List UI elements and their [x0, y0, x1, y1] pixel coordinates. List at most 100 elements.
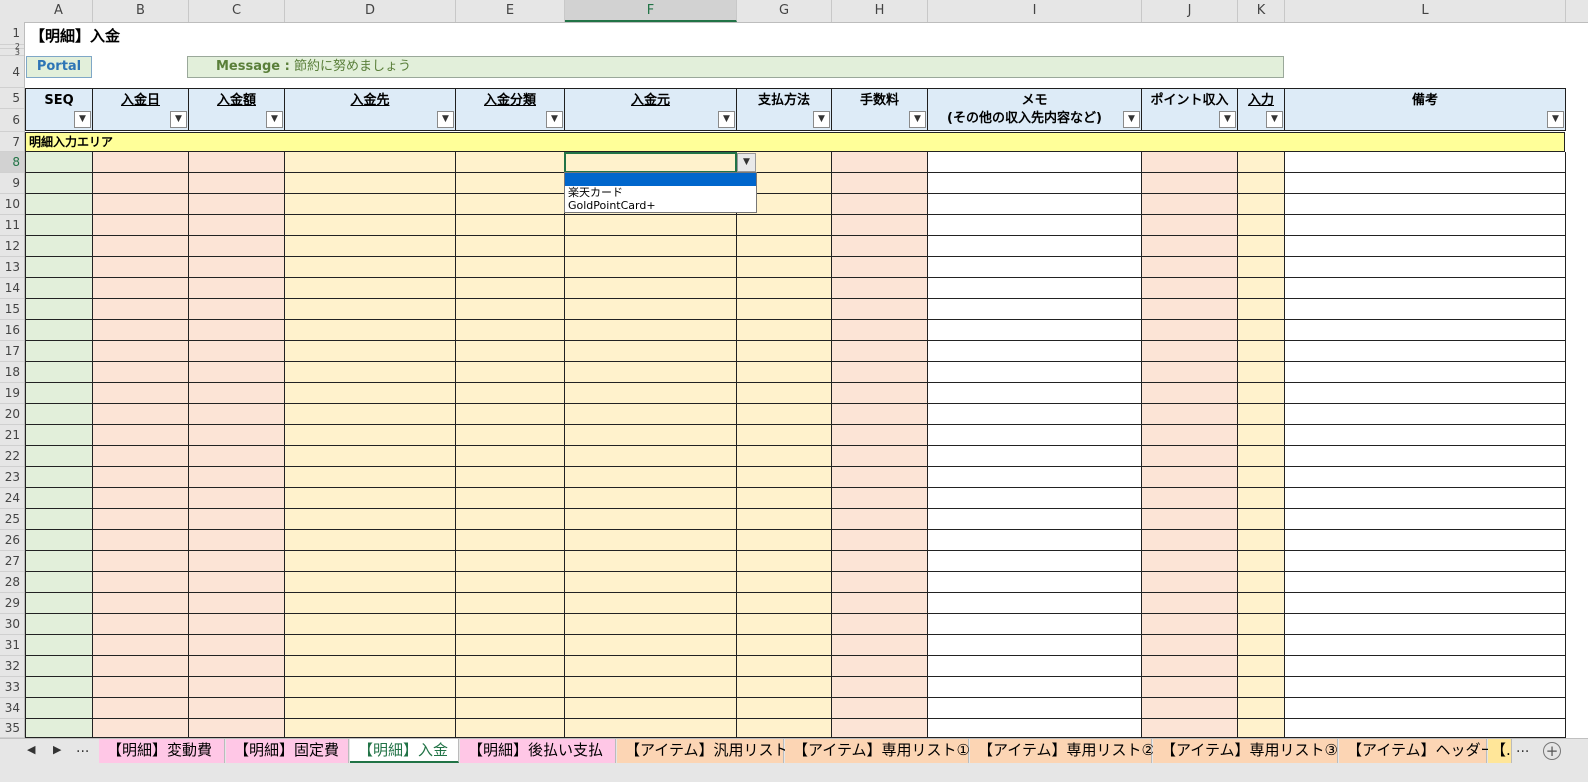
cell[interactable]: [456, 320, 565, 341]
cell[interactable]: [189, 488, 285, 509]
cell[interactable]: [285, 152, 456, 173]
cell[interactable]: [456, 404, 565, 425]
cell[interactable]: [189, 278, 285, 299]
cell[interactable]: [93, 404, 189, 425]
cell[interactable]: [93, 236, 189, 257]
cell[interactable]: [832, 467, 928, 488]
cell[interactable]: [93, 446, 189, 467]
cell[interactable]: [1238, 383, 1285, 404]
cell[interactable]: [189, 572, 285, 593]
row-header-26[interactable]: 26: [0, 530, 24, 551]
cell[interactable]: [189, 320, 285, 341]
cell[interactable]: [1142, 509, 1238, 530]
cell[interactable]: [93, 572, 189, 593]
row-header-12[interactable]: 12: [0, 236, 24, 257]
cell[interactable]: [25, 719, 93, 738]
row-header-18[interactable]: 18: [0, 362, 24, 383]
cell[interactable]: [737, 446, 832, 467]
cell[interactable]: [1238, 278, 1285, 299]
cell[interactable]: [928, 614, 1142, 635]
row-header-20[interactable]: 20: [0, 404, 24, 425]
cell[interactable]: [565, 236, 737, 257]
cell[interactable]: [832, 257, 928, 278]
cell[interactable]: [737, 278, 832, 299]
cell[interactable]: [189, 551, 285, 572]
row-header-11[interactable]: 11: [0, 215, 24, 236]
cell[interactable]: [565, 404, 737, 425]
cell[interactable]: [285, 194, 456, 215]
cell[interactable]: [832, 173, 928, 194]
cell[interactable]: [25, 446, 93, 467]
cell[interactable]: [565, 614, 737, 635]
cell[interactable]: [1142, 278, 1238, 299]
cell[interactable]: [285, 677, 456, 698]
cell[interactable]: [928, 152, 1142, 173]
cell[interactable]: [93, 677, 189, 698]
cell[interactable]: [737, 362, 832, 383]
add-sheet-icon[interactable]: +: [1543, 742, 1561, 760]
cell[interactable]: [928, 341, 1142, 362]
cell[interactable]: [1142, 383, 1238, 404]
cell[interactable]: [189, 593, 285, 614]
cell[interactable]: [565, 446, 737, 467]
cell[interactable]: [1142, 236, 1238, 257]
cell[interactable]: [565, 362, 737, 383]
cell[interactable]: [93, 719, 189, 738]
cell[interactable]: [93, 152, 189, 173]
cell[interactable]: [1285, 278, 1566, 299]
cell[interactable]: [189, 656, 285, 677]
column-header-D[interactable]: D: [285, 0, 456, 22]
cell[interactable]: [1142, 698, 1238, 719]
cell[interactable]: [93, 383, 189, 404]
cell[interactable]: [1142, 551, 1238, 572]
cell[interactable]: [285, 614, 456, 635]
cell[interactable]: [456, 530, 565, 551]
cell[interactable]: [285, 236, 456, 257]
row-header-24[interactable]: 24: [0, 488, 24, 509]
cell[interactable]: [1142, 257, 1238, 278]
cell[interactable]: [1238, 320, 1285, 341]
cell[interactable]: [1142, 719, 1238, 738]
row-header-32[interactable]: 32: [0, 656, 24, 677]
cell[interactable]: [928, 404, 1142, 425]
filter-dropdown-icon[interactable]: ▼: [813, 111, 830, 128]
cell[interactable]: [1142, 593, 1238, 614]
cell[interactable]: [565, 299, 737, 320]
cell[interactable]: [285, 551, 456, 572]
cell[interactable]: [1142, 488, 1238, 509]
cell[interactable]: [1238, 614, 1285, 635]
cell[interactable]: [928, 488, 1142, 509]
cell[interactable]: [832, 236, 928, 257]
cell[interactable]: [832, 362, 928, 383]
cell[interactable]: [189, 383, 285, 404]
cell[interactable]: [25, 551, 93, 572]
cell[interactable]: [189, 215, 285, 236]
cell[interactable]: [1238, 530, 1285, 551]
cell[interactable]: [565, 467, 737, 488]
cell[interactable]: [565, 488, 737, 509]
cell[interactable]: [93, 362, 189, 383]
filter-dropdown-icon[interactable]: ▼: [74, 111, 91, 128]
cell[interactable]: [832, 278, 928, 299]
cell[interactable]: [928, 173, 1142, 194]
cell[interactable]: [832, 488, 928, 509]
cell[interactable]: [25, 341, 93, 362]
cell[interactable]: [928, 635, 1142, 656]
sheet-tab[interactable]: 【アイテム】汎用リスト: [617, 739, 789, 763]
sheet-tab[interactable]: 【明細】後払い支払: [460, 739, 616, 763]
cell[interactable]: [832, 593, 928, 614]
cell[interactable]: [1285, 530, 1566, 551]
cell[interactable]: [1238, 362, 1285, 383]
cell[interactable]: [1142, 656, 1238, 677]
dropdown-option[interactable]: GoldPointCard+: [565, 199, 756, 212]
cell[interactable]: [737, 215, 832, 236]
cell[interactable]: [189, 404, 285, 425]
cell[interactable]: [928, 530, 1142, 551]
cell[interactable]: [1238, 593, 1285, 614]
cell[interactable]: [189, 299, 285, 320]
cell[interactable]: [565, 572, 737, 593]
column-header-G[interactable]: G: [737, 0, 832, 22]
cell[interactable]: [565, 719, 737, 738]
cell[interactable]: [93, 593, 189, 614]
cell[interactable]: [456, 173, 565, 194]
